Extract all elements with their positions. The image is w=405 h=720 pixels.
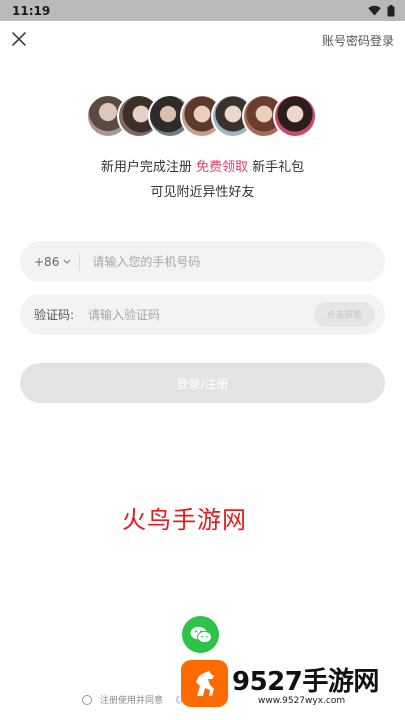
promo-prefix: 新用户完成注册 [100, 160, 196, 175]
status-bar: 11:19 [0, 0, 405, 21]
phone-field: +86 [20, 241, 385, 282]
promo-text: 新用户完成注册 免费领取 新手礼包 [0, 156, 405, 175]
promo-suffix: 新手礼包 [248, 160, 305, 175]
password-login-link[interactable]: 账号密码登录 [322, 32, 394, 49]
horse-icon [195, 670, 214, 696]
promo-highlight: 免费领取 [195, 160, 248, 175]
watermark-text: 火鸟手游网 [122, 506, 247, 534]
avatar-group [86, 94, 326, 140]
promo-subtext: 可见附近异性好友 [150, 185, 255, 200]
status-time: 11:19 [12, 3, 51, 18]
brand-url: www.9527wyx.com [258, 696, 346, 706]
country-code-label: +86 [34, 254, 60, 269]
login-register-button[interactable]: 登录/注册 [20, 363, 385, 403]
chevron-down-icon [63, 259, 71, 264]
country-code-selector[interactable]: +86 [34, 255, 71, 269]
code-field: 验证码: 点击获取 [20, 294, 385, 335]
phone-input[interactable] [92, 254, 333, 269]
brand-name: 9527手游网 [232, 667, 379, 697]
battery-icon [387, 4, 395, 16]
get-code-button[interactable]: 点击获取 [314, 302, 375, 327]
agreement-prefix: 注册使用并同意 [100, 696, 164, 706]
divider [79, 252, 81, 271]
wifi-icon [368, 5, 381, 16]
code-input[interactable] [88, 307, 298, 322]
brand-logo [181, 660, 228, 707]
status-icons [368, 4, 395, 17]
close-button[interactable] [9, 29, 29, 49]
agreement-checkbox[interactable] [82, 694, 92, 705]
code-label: 验证码: [34, 308, 75, 322]
wechat-login-button[interactable] [182, 616, 219, 653]
wechat-icon [190, 626, 212, 643]
avatar [273, 94, 317, 138]
close-icon [12, 32, 26, 46]
